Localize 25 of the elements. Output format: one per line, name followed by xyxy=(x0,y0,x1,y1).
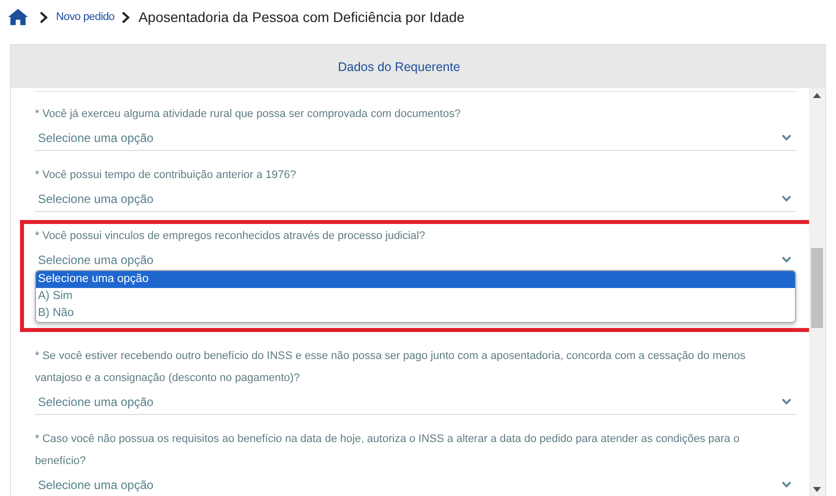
section-title: Dados do Requerente xyxy=(338,60,460,74)
select-field[interactable]: Selecione uma opção xyxy=(35,186,796,212)
chevron-down-icon xyxy=(781,134,792,141)
page-title: Aposentadoria da Pessoa com Deficiência por Idade xyxy=(138,9,465,25)
chevron-down-icon xyxy=(781,256,792,263)
question-label: * Caso você não possua os requisitos ao benefício na data de hoje, autoriza o INSS a alterar a data do pedido para atender as condições para o benefício? xyxy=(35,432,740,469)
question-label: * Você possui tempo de contribuição anterior a 1976? xyxy=(35,168,298,183)
chevron-icon xyxy=(121,10,130,24)
select-field[interactable]: Selecione uma opção xyxy=(35,472,796,496)
question-label: * Você já exerceu alguma atividade rural que possa ser comprovada com documentos? xyxy=(35,107,462,122)
chevron-down-icon xyxy=(781,398,792,405)
chevron-down-icon xyxy=(781,195,792,202)
chevron-down-icon xyxy=(781,481,792,488)
dropdown-option[interactable]: A) Sim xyxy=(36,288,795,305)
scrollbar[interactable] xyxy=(809,88,825,496)
question-label: * Você possui vinculos de empregos reconhecidos através de processo judicial? xyxy=(35,229,426,244)
home-icon[interactable] xyxy=(7,8,29,26)
select-field[interactable]: Selecione uma opção xyxy=(35,389,796,415)
question-label: * Se você estiver recebendo outro benefício do INSS e esse não possa ser pago junto com a aposentadoria, concorda com a cessação do menos vantajoso e a consignação (desconto no pagamento)? xyxy=(35,349,747,386)
dropdown-option[interactable]: B) Não xyxy=(36,305,795,322)
select-field[interactable]: Selecione uma opção xyxy=(35,125,796,151)
dropdown-option[interactable]: Selecione uma opção xyxy=(36,271,795,288)
chevron-icon xyxy=(39,10,48,24)
breadcrumb-link[interactable]: Novo pedido xyxy=(56,11,114,23)
scrollbar-thumb[interactable] xyxy=(811,248,823,328)
